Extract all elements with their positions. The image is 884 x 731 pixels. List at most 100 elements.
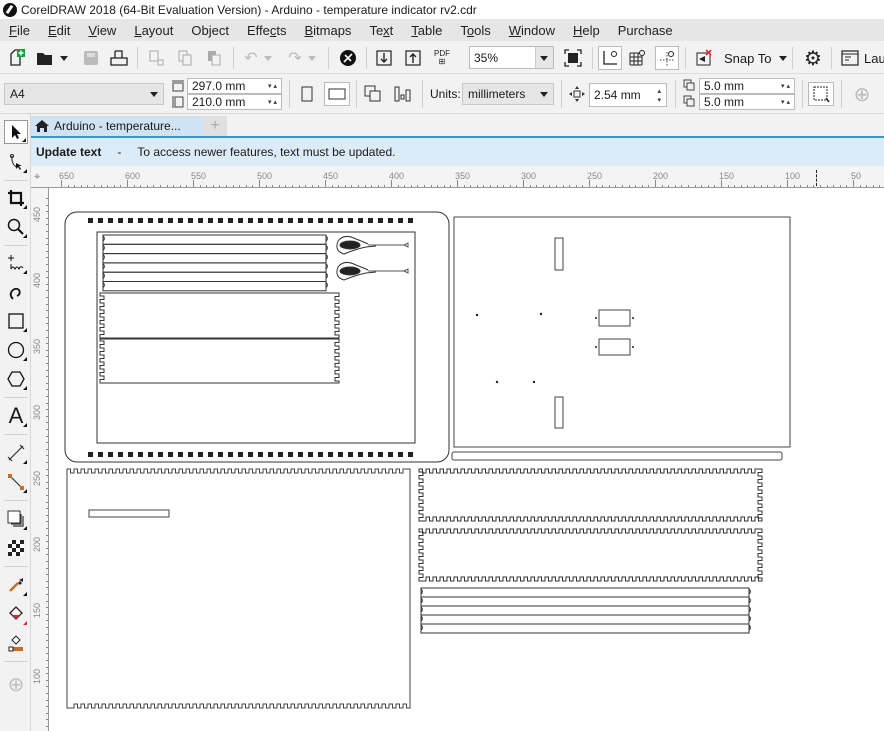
print-icon[interactable] bbox=[108, 47, 130, 69]
menu-help[interactable]: Help bbox=[564, 23, 609, 38]
drawing-canvas[interactable] bbox=[49, 188, 884, 731]
ellipse-tool-icon[interactable] bbox=[4, 338, 28, 362]
interactive-fill-tool-icon[interactable] bbox=[4, 602, 28, 626]
portrait-icon[interactable] bbox=[297, 83, 317, 105]
add-tool-icon[interactable]: ⊕ bbox=[4, 672, 28, 696]
menu-layout[interactable]: Layout bbox=[125, 23, 182, 38]
connector-tool-icon[interactable] bbox=[4, 470, 28, 494]
slot-row-bottom bbox=[88, 452, 413, 457]
show-rulers-icon[interactable] bbox=[598, 46, 622, 70]
duplicate-distance-y-field[interactable]: 5.0 mm ▾ ▴ bbox=[699, 94, 795, 110]
slot bbox=[228, 452, 233, 457]
publish-to-pdf-icon[interactable]: PDF ⊞ bbox=[430, 47, 454, 69]
landscape-icon[interactable] bbox=[324, 82, 350, 106]
page-width-spinner[interactable]: ▾ ▴ bbox=[268, 83, 277, 90]
rectangle-tool-icon[interactable] bbox=[4, 309, 28, 333]
new-tab-button[interactable]: + bbox=[203, 116, 227, 136]
redo-dropdown-caret[interactable] bbox=[306, 47, 318, 69]
transparency-tool-icon[interactable] bbox=[4, 536, 28, 560]
snap-off-icon[interactable] bbox=[693, 47, 715, 69]
board-outline bbox=[453, 216, 791, 448]
menu-effects[interactable]: Effects bbox=[238, 23, 296, 38]
undo-icon[interactable]: ↶ bbox=[240, 47, 262, 69]
polygon-tool-icon[interactable] bbox=[4, 367, 28, 391]
menu-purchase[interactable]: Purchase bbox=[609, 23, 682, 38]
dup-x-spinner[interactable]: ▾ ▴ bbox=[781, 83, 790, 90]
page-width-field[interactable]: 297.0 mm ▾ ▴ bbox=[187, 78, 282, 94]
menu-tools[interactable]: Tools bbox=[451, 23, 499, 38]
undo-dropdown-caret[interactable] bbox=[262, 47, 274, 69]
page-height-field[interactable]: 210.0 mm ▾ ▴ bbox=[187, 94, 282, 110]
zoom-level-field[interactable]: 35% bbox=[469, 46, 554, 69]
horizontal-ruler[interactable]: ⌖ 650 600 550 500 450 400 350 300 250 200 150 100 50 bbox=[31, 166, 884, 188]
slot bbox=[368, 452, 373, 457]
full-screen-preview-icon[interactable] bbox=[562, 47, 584, 69]
save-icon[interactable] bbox=[80, 47, 102, 69]
show-guidelines-icon[interactable] bbox=[655, 46, 679, 70]
search-content-icon[interactable] bbox=[337, 47, 359, 69]
paste-icon[interactable] bbox=[203, 47, 225, 69]
slot bbox=[128, 218, 133, 223]
crop-tool-icon[interactable] bbox=[4, 186, 28, 210]
options-gear-icon[interactable]: ⚙ bbox=[802, 47, 824, 70]
slot bbox=[158, 452, 163, 457]
copy-icon[interactable] bbox=[174, 47, 196, 69]
freehand-tool-icon[interactable] bbox=[4, 251, 28, 275]
slot bbox=[298, 452, 303, 457]
zoom-dropdown-button[interactable] bbox=[535, 47, 553, 68]
snap-to-button[interactable]: Snap To bbox=[724, 47, 789, 69]
ruler-origin-icon[interactable]: ⌖ bbox=[34, 171, 40, 184]
nudge-distance-field[interactable]: 2.54 mm ▴ ▾ bbox=[589, 83, 667, 107]
menu-view[interactable]: View bbox=[79, 23, 125, 38]
open-dropdown-caret[interactable] bbox=[58, 47, 70, 69]
eyedropper-tool-icon[interactable] bbox=[4, 573, 28, 597]
duplicate-distance-x-field[interactable]: 5.0 mm ▾ ▴ bbox=[699, 78, 795, 94]
launch-button[interactable]: Lau bbox=[864, 47, 884, 69]
export-icon[interactable] bbox=[402, 47, 424, 69]
infobar-title[interactable]: Update text bbox=[36, 145, 101, 159]
cut-icon[interactable] bbox=[145, 47, 167, 69]
menu-table[interactable]: Table bbox=[402, 23, 451, 38]
units-select[interactable]: millimeters bbox=[462, 83, 554, 105]
all-pages-icon[interactable] bbox=[362, 83, 384, 105]
menu-file[interactable]: File bbox=[0, 23, 39, 38]
current-page-icon[interactable] bbox=[392, 83, 414, 105]
nudge-spinner[interactable]: ▴ ▾ bbox=[657, 87, 661, 105]
show-grid-icon[interactable] bbox=[626, 47, 648, 69]
add-property-icon[interactable]: ⊕ bbox=[851, 83, 873, 106]
dimension-tool-icon[interactable] bbox=[4, 441, 28, 465]
drop-shadow-tool-icon[interactable] bbox=[4, 507, 28, 531]
launch-icon[interactable] bbox=[839, 47, 861, 69]
menu-object[interactable]: Object bbox=[182, 23, 238, 38]
slot bbox=[268, 452, 273, 457]
home-icon[interactable] bbox=[34, 119, 50, 133]
menu-bitmaps[interactable]: Bitmaps bbox=[295, 23, 360, 38]
finger-joint-panel-b bbox=[99, 338, 340, 384]
document-tab-active[interactable]: Arduino - temperature... bbox=[31, 116, 203, 136]
page-height-spinner[interactable]: ▾ ▴ bbox=[268, 99, 277, 106]
open-folder-icon[interactable] bbox=[34, 47, 56, 69]
dup-y-spinner[interactable]: ▾ ▴ bbox=[781, 99, 790, 106]
menu-window[interactable]: Window bbox=[500, 23, 564, 38]
ruler-label: 150 bbox=[32, 602, 42, 618]
strip bbox=[420, 596, 750, 607]
shape-tool-icon[interactable] bbox=[4, 150, 28, 174]
import-icon[interactable] bbox=[373, 47, 395, 69]
menu-edit[interactable]: Edit bbox=[39, 23, 79, 38]
redo-icon[interactable]: ↷ bbox=[284, 47, 306, 69]
ruler-label: 350 bbox=[32, 338, 42, 354]
slot bbox=[198, 218, 203, 223]
pick-tool-icon[interactable] bbox=[4, 120, 28, 144]
mounting-holes bbox=[475, 312, 634, 384]
slot bbox=[288, 218, 293, 223]
new-document-icon[interactable] bbox=[6, 47, 28, 69]
page-size-select[interactable]: A4 bbox=[4, 83, 164, 105]
smart-fill-tool-icon[interactable] bbox=[4, 631, 28, 655]
vertical-ruler[interactable]: 450 400 350 300 250 200 150 100 bbox=[31, 188, 49, 731]
artistic-media-tool-icon[interactable] bbox=[4, 280, 28, 304]
treat-as-filled-icon[interactable] bbox=[808, 82, 834, 106]
zoom-tool-icon[interactable] bbox=[4, 215, 28, 239]
slot bbox=[238, 218, 243, 223]
text-tool-icon[interactable]: A bbox=[4, 403, 28, 428]
menu-text[interactable]: Text bbox=[360, 23, 402, 38]
